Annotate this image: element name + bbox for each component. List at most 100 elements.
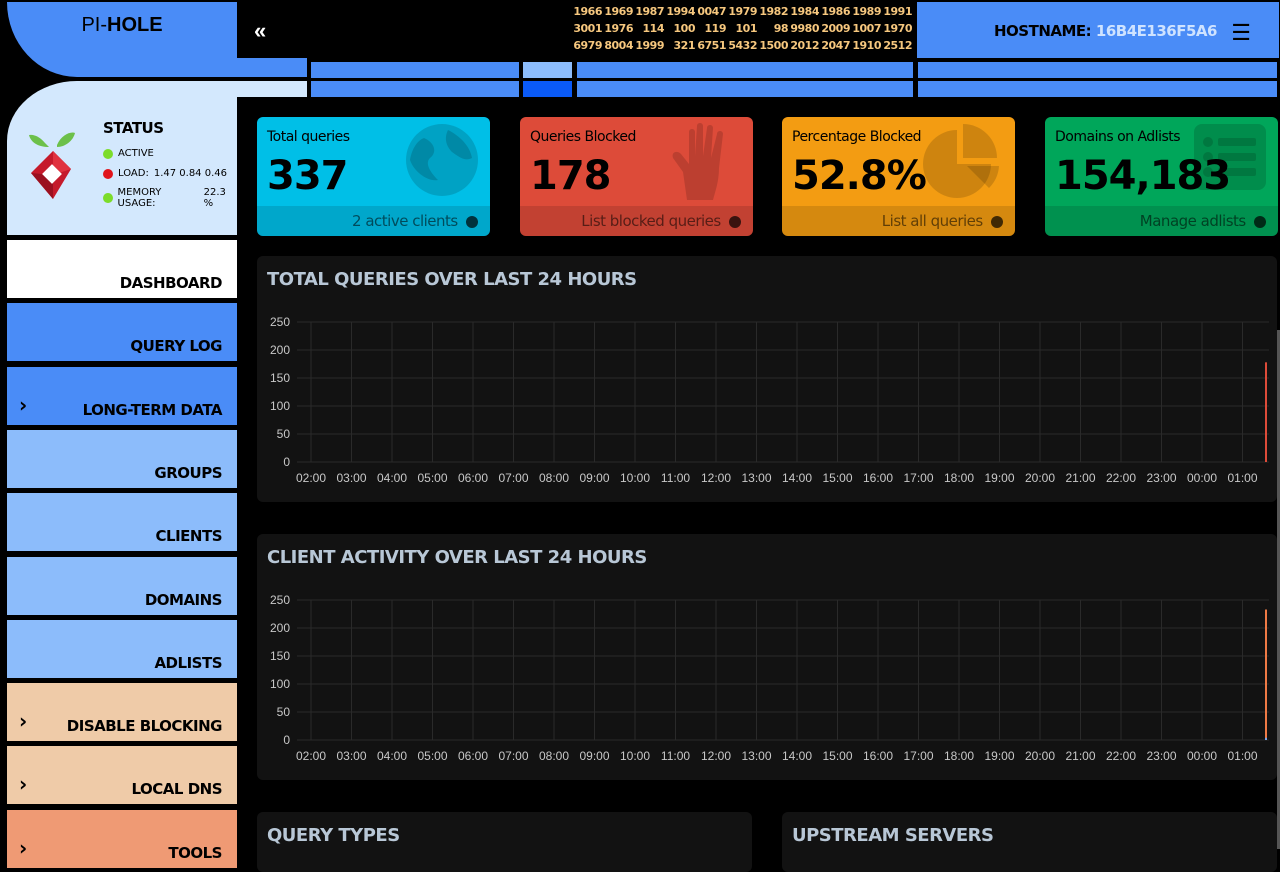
- chevron-right-icon: ›: [19, 772, 27, 797]
- counter-cell: 1982: [759, 5, 788, 18]
- x-tick-label: 12:00: [701, 471, 731, 485]
- x-tick-label: 05:00: [417, 471, 447, 485]
- card-footer: List blocked queries: [520, 206, 753, 236]
- y-tick-label: 200: [270, 343, 290, 357]
- panel-title: QUERY TYPES: [267, 825, 400, 846]
- hamburger-icon[interactable]: ☰: [1231, 20, 1251, 46]
- card-footer-link[interactable]: Manage adlists: [1140, 212, 1266, 230]
- double-chevron-left-icon[interactable]: «: [254, 18, 266, 44]
- raspberry-pi-logo-icon: [29, 132, 75, 199]
- x-tick-label: 04:00: [377, 471, 407, 485]
- counter-cell: 6751: [697, 39, 726, 52]
- chart-bar: [1265, 609, 1267, 740]
- y-tick-label: 100: [270, 677, 290, 691]
- header-stripe: [577, 81, 913, 97]
- y-tick-label: 200: [270, 621, 290, 635]
- card-footer-link[interactable]: 2 active clients: [352, 212, 478, 230]
- y-tick-label: 150: [270, 649, 290, 663]
- upstream-servers-panel: UPSTREAM SERVERS: [782, 812, 1277, 872]
- arrow-circle-right-icon: [991, 215, 1003, 228]
- card-footer: List all queries: [782, 206, 1015, 236]
- y-tick-label: 250: [270, 315, 290, 329]
- x-tick-label: 02:00: [296, 749, 326, 763]
- sidebar-item-label: TOOLS: [168, 843, 222, 862]
- x-tick-label: 04:00: [377, 749, 407, 763]
- x-tick-label: 17:00: [903, 749, 933, 763]
- status-dot-icon: [103, 168, 113, 179]
- y-tick-label: 0: [283, 733, 290, 747]
- status-panel: STATUS ACTIVE LOAD: 1.47 0.84 0.46 MEMOR…: [7, 81, 237, 235]
- counter-cell: 6979: [573, 39, 602, 52]
- card-title: Total queries: [267, 129, 350, 145]
- card-footer-link[interactable]: List all queries: [882, 212, 1003, 230]
- card-percentage-blocked: Percentage Blocked 52.8% List all querie…: [782, 117, 1015, 236]
- counter-cell: 0047: [697, 5, 726, 18]
- x-tick-label: 22:00: [1106, 471, 1136, 485]
- sidebar-item-adlists[interactable]: ADLISTS: [7, 619, 237, 678]
- status-memory-value: 22.3 %: [203, 187, 226, 209]
- x-tick-label: 00:00: [1187, 749, 1217, 763]
- counter-cell: 1994: [666, 5, 695, 18]
- header-stripe: [237, 58, 307, 77]
- x-tick-label: 17:00: [903, 471, 933, 485]
- x-tick-label: 06:00: [458, 471, 488, 485]
- x-tick-label: 11:00: [661, 749, 690, 763]
- counter-row: 6979 8004 1999 321 6751 5432 1500 2012 2047 1910 2…: [572, 39, 916, 56]
- x-tick-label: 18:00: [944, 749, 974, 763]
- x-tick-label: 08:00: [539, 471, 569, 485]
- status-active-label: ACTIVE: [118, 148, 154, 159]
- status-memory: MEMORY USAGE: 22.3 %: [103, 187, 237, 209]
- card-title: Percentage Blocked: [792, 129, 922, 145]
- x-tick-label: 00:00: [1187, 471, 1217, 485]
- counter-cell: 2512: [883, 39, 912, 52]
- y-tick-label: 250: [270, 593, 290, 607]
- counter-row: 3001 1976 114 100 119 101 98 9980 2009 1007 1970: [572, 22, 916, 39]
- status-memory-label: MEMORY USAGE:: [117, 187, 162, 209]
- sidebar-item-label: LOCAL DNS: [131, 780, 223, 799]
- x-tick-label: 10:00: [620, 749, 650, 763]
- x-tick-label: 16:00: [863, 471, 893, 485]
- x-tick-label: 20:00: [1025, 471, 1055, 485]
- chevron-right-icon: ›: [19, 709, 27, 734]
- sidebar-item-long-term-data[interactable]: › LONG-TERM DATA: [7, 366, 237, 425]
- y-tick-label: 150: [270, 371, 290, 385]
- card-footer: 2 active clients: [257, 206, 490, 236]
- sidebar-item-dashboard[interactable]: DASHBOARD: [7, 240, 237, 298]
- x-tick-label: 03:00: [336, 749, 366, 763]
- x-tick-label: 11:00: [661, 471, 690, 485]
- arrow-circle-right-icon: [729, 215, 741, 228]
- counter-cell: 1979: [728, 5, 757, 18]
- chevron-right-icon: ›: [19, 392, 27, 417]
- x-tick-label: 23:00: [1146, 749, 1176, 763]
- panel-title: UPSTREAM SERVERS: [792, 825, 994, 846]
- sidebar-item-query-log[interactable]: QUERY LOG: [7, 303, 237, 362]
- sidebar-item-groups[interactable]: GROUPS: [7, 429, 237, 488]
- sidebar-item-label: QUERY LOG: [130, 337, 222, 356]
- x-tick-label: 15:00: [822, 749, 852, 763]
- card-footer-link[interactable]: List blocked queries: [581, 212, 741, 230]
- sidebar-item-clients[interactable]: CLIENTS: [7, 493, 237, 552]
- header-stripe: [918, 62, 1277, 78]
- chart-bar: [1265, 362, 1267, 462]
- pihole-logo-text[interactable]: PI-HOLE: [7, 2, 237, 77]
- sidebar-item-label: DOMAINS: [144, 590, 223, 609]
- sidebar-item-label: ADLISTS: [154, 653, 222, 672]
- card-domains-on-adlists: Domains on Adlists 154,183 Manage adlist…: [1045, 117, 1278, 236]
- card-value: 178: [530, 153, 611, 199]
- counter-cell: 101: [735, 22, 758, 35]
- x-tick-label: 07:00: [498, 471, 528, 485]
- counter-cell: 1991: [883, 5, 912, 18]
- x-tick-label: 05:00: [417, 749, 447, 763]
- sidebar-item-local-dns[interactable]: › LOCAL DNS: [7, 746, 237, 805]
- card-value: 52.8%: [792, 153, 927, 199]
- counter-cell: 1910: [852, 39, 881, 52]
- counter-cell: 2047: [821, 39, 850, 52]
- total-queries-panel: TOTAL QUERIES OVER LAST 24 HOURS 0 50 100 1…: [257, 256, 1277, 502]
- y-tick-label: 0: [283, 455, 290, 469]
- card-total-queries: Total queries 337 2 active clients: [257, 117, 490, 236]
- sidebar-item-domains[interactable]: DOMAINS: [7, 556, 237, 615]
- sidebar-item-disable-blocking[interactable]: › DISABLE BLOCKING: [7, 683, 237, 742]
- x-tick-label: 18:00: [944, 471, 974, 485]
- card-value: 154,183: [1055, 153, 1231, 199]
- sidebar-item-tools[interactable]: › TOOLS: [7, 809, 237, 868]
